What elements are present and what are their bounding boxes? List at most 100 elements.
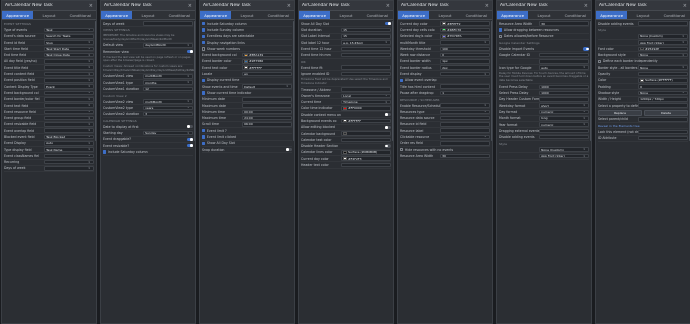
dropdown[interactable] (43, 128, 94, 133)
tab-layout[interactable]: Layout (231, 11, 262, 19)
toggle-switch[interactable] (187, 125, 193, 129)
text-input[interactable]: 15 (340, 33, 391, 39)
text-input[interactable] (340, 46, 391, 52)
text-input[interactable] (637, 129, 688, 135)
close-icon[interactable]: × (681, 3, 687, 9)
text-input[interactable]: 100 (439, 46, 490, 52)
dropdown[interactable]: App Font (Inter) (538, 153, 589, 159)
text-input[interactable]: 06:00 (241, 122, 292, 127)
text-input[interactable]: 1 (439, 90, 490, 96)
checkbox[interactable] (499, 28, 503, 32)
text-input[interactable]: 1000 (538, 90, 589, 96)
dropdown[interactable]: Task Name (43, 147, 94, 152)
tab-conditional[interactable]: Conditional (164, 11, 195, 19)
tab-conditional[interactable]: Conditional (659, 11, 690, 19)
text-input[interactable] (142, 21, 193, 26)
color-picker[interactable]: #FFFFFF (340, 118, 391, 124)
tab-layout[interactable]: Layout (33, 11, 64, 19)
dropdown[interactable]: Sunday (142, 130, 193, 136)
dropdown[interactable]: short (538, 103, 589, 108)
text-input[interactable] (340, 71, 391, 77)
text-input[interactable]: 15 (340, 27, 391, 33)
dropdown[interactable]: Auto (43, 140, 94, 146)
color-picker[interactable]: Surface (#FFFFFF) (637, 78, 688, 83)
text-input[interactable]: 30 (538, 21, 589, 26)
reveal-link[interactable]: Reveal in the Elements tree (598, 124, 640, 128)
tab-conditional[interactable]: Conditional (362, 11, 393, 19)
tab-appearance[interactable]: Appearance (2, 11, 34, 19)
text-input[interactable] (538, 128, 589, 134)
checkbox[interactable] (202, 78, 206, 83)
dropdown[interactable] (43, 166, 94, 171)
dropdown[interactable]: months (142, 80, 193, 85)
toggle-switch[interactable] (385, 113, 391, 117)
dropdown[interactable]: numeric (538, 122, 589, 127)
checkbox[interactable] (202, 141, 206, 145)
text-input[interactable]: 1px (439, 59, 490, 64)
color-picker[interactable]: #7D7DFA (439, 33, 490, 39)
scrollbar[interactable] (193, 21, 195, 141)
checkbox[interactable] (598, 59, 602, 64)
dropdown[interactable] (43, 109, 94, 115)
dropdown[interactable]: Task Blocked (43, 134, 94, 140)
dropdown[interactable]: Slug (43, 40, 94, 45)
text-input[interactable]: en (241, 71, 292, 77)
close-icon[interactable]: × (186, 3, 192, 9)
dropdown[interactable] (43, 65, 94, 71)
dropdown[interactable]: None (Custom) (538, 147, 589, 153)
text-input[interactable] (637, 71, 688, 77)
tab-conditional[interactable]: Conditional (263, 11, 294, 19)
dropdown[interactable]: long (538, 115, 589, 121)
color-picker[interactable]: Surface (#0B0B0B) (340, 150, 391, 155)
text-input[interactable] (340, 162, 391, 168)
dropdown[interactable]: None (Custom) (637, 33, 688, 39)
text-input[interactable]: 12 (142, 86, 193, 92)
dropdown[interactable] (439, 134, 490, 140)
toggle-switch[interactable] (187, 137, 193, 142)
text-input[interactable] (538, 52, 589, 58)
color-picker[interactable]: #25292E (637, 46, 688, 52)
text-input[interactable] (340, 137, 391, 143)
color-picker[interactable]: #FF0000 (340, 106, 391, 111)
dropdown[interactable] (43, 122, 94, 127)
text-input[interactable]: 0 (439, 52, 490, 58)
text-input[interactable]: 0 (637, 84, 688, 89)
scrollbar[interactable] (391, 21, 393, 141)
toggle-switch[interactable] (583, 47, 589, 51)
checkbox[interactable] (202, 91, 206, 95)
dropdown[interactable]: None (637, 65, 688, 71)
text-input[interactable] (439, 115, 490, 121)
tab-appearance[interactable]: Appearance (101, 11, 133, 19)
dropdown[interactable]: Task Start Date (43, 46, 94, 52)
tab-appearance[interactable]: Appearance (596, 11, 628, 19)
scrollbar[interactable] (292, 21, 294, 141)
text-input[interactable]: 1000 (538, 84, 589, 90)
dropdown[interactable]: auto (538, 65, 589, 71)
dropdown[interactable] (439, 40, 490, 45)
dropdown[interactable] (43, 59, 94, 64)
dropdown[interactable]: Task Close Date (43, 52, 94, 58)
tab-conditional[interactable]: Conditional (560, 11, 591, 19)
toggle-switch[interactable] (286, 147, 292, 152)
text-input[interactable] (241, 96, 292, 102)
tab-conditional[interactable]: Conditional (461, 11, 492, 19)
dropdown[interactable]: multiMonth (142, 99, 193, 104)
tab-layout[interactable]: Layout (429, 11, 460, 19)
color-picker[interactable]: #FFFFFF (241, 65, 292, 71)
tab-appearance[interactable]: Appearance (398, 11, 430, 19)
toggle-switch[interactable] (187, 50, 193, 54)
dropdown[interactable] (43, 90, 94, 96)
dropdown[interactable]: Default (241, 84, 292, 89)
checkbox[interactable] (400, 147, 404, 152)
text-input[interactable] (439, 84, 490, 89)
checkbox[interactable] (400, 78, 404, 83)
dropdown[interactable]: Event (43, 84, 94, 89)
close-icon[interactable]: × (483, 3, 489, 9)
toggle-switch[interactable] (385, 21, 391, 26)
scrollbar[interactable] (490, 21, 492, 141)
close-icon[interactable]: × (285, 3, 291, 9)
text-input[interactable]: 30 (439, 153, 490, 159)
text-input[interactable] (637, 117, 688, 122)
text-input[interactable]: 1200px / 720px (637, 96, 688, 102)
checkbox[interactable] (202, 47, 206, 51)
